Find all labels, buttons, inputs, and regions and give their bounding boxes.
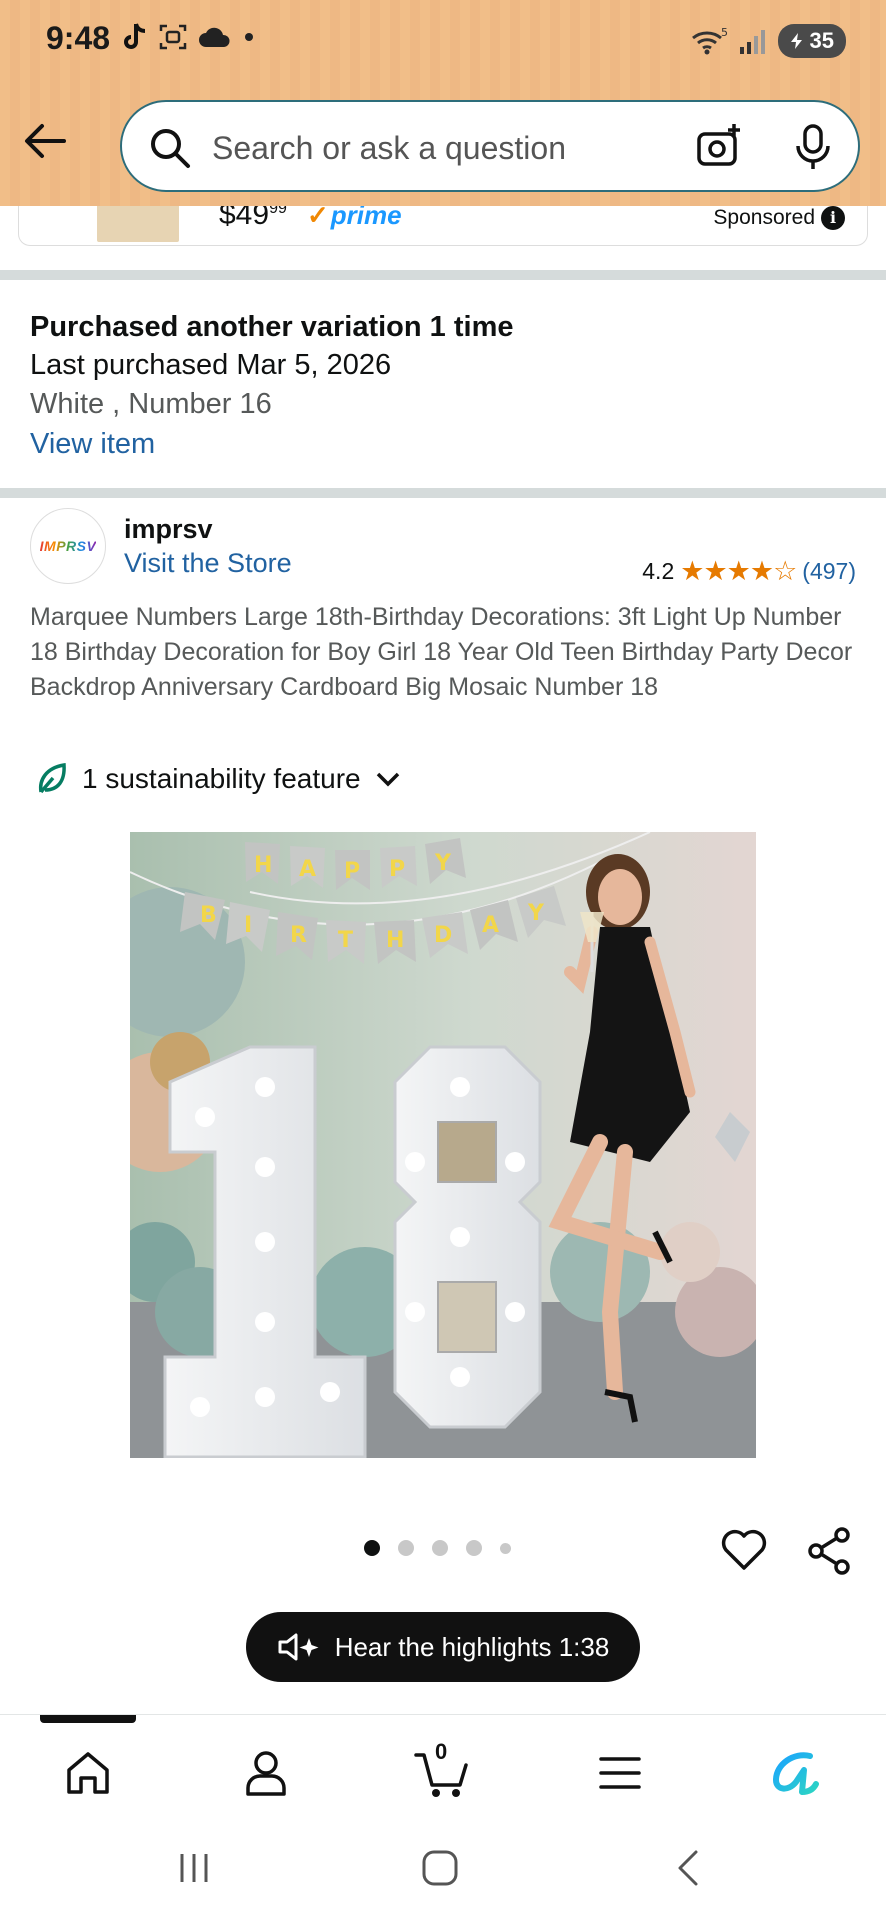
signal-icon — [739, 30, 765, 54]
home-icon[interactable] — [58, 1743, 118, 1803]
svg-text:5: 5 — [721, 26, 728, 39]
status-bar: 9:48 5 35 — [0, 0, 886, 82]
wishlist-button[interactable] — [720, 1528, 768, 1577]
view-item-link[interactable]: View item — [30, 424, 860, 464]
svg-text:Y: Y — [527, 901, 545, 926]
product-title: Marquee Numbers Large 18th-Birthday Deco… — [30, 603, 853, 701]
carousel-dot[interactable] — [466, 1540, 482, 1556]
battery-icon: 35 — [777, 24, 846, 58]
system-navigation-bar — [0, 1814, 886, 1920]
search-input[interactable]: Search or ask a question — [212, 130, 566, 167]
svg-text:A: A — [482, 913, 499, 938]
svg-text:P: P — [389, 857, 405, 882]
share-icon — [808, 1527, 850, 1575]
rating-value: 4.2 — [642, 558, 675, 584]
status-system-icons: 5 35 — [690, 24, 846, 58]
bottom-navigation: 0 — [0, 1714, 886, 1814]
carousel-dot[interactable] — [500, 1542, 511, 1554]
sponsored-thumbnail — [97, 202, 179, 242]
tiktok-icon — [124, 23, 146, 49]
sustainability-feature[interactable]: 1 sustainability feature — [36, 762, 401, 796]
purchase-variation: White , Number 16 — [30, 388, 272, 420]
camera-search-icon[interactable] — [694, 122, 744, 172]
microphone-icon[interactable] — [790, 122, 836, 172]
cart-icon[interactable]: 0 — [412, 1739, 472, 1803]
review-count[interactable]: (497) — [802, 558, 856, 585]
status-time: 9:48 — [46, 20, 111, 56]
home-glyph — [67, 1752, 109, 1794]
store-logo[interactable]: IMPRSV — [30, 508, 106, 584]
carousel-dot[interactable] — [432, 1540, 448, 1556]
rufus-glyph — [773, 1752, 819, 1795]
image-carousel-indicator[interactable] — [364, 1540, 511, 1556]
section-divider — [0, 488, 886, 498]
screenshot-icon — [159, 24, 187, 50]
person-glyph — [246, 1751, 286, 1796]
leaf-icon — [38, 762, 66, 794]
carousel-dot[interactable] — [398, 1540, 414, 1556]
product-image[interactable]: B I R T H D A Y H A P P Y — [130, 832, 756, 1458]
battery-level: 35 — [809, 28, 834, 53]
system-back-button[interactable] — [670, 1848, 710, 1888]
store-name: imprsv — [124, 514, 213, 544]
product-photo: B I R T H D A Y H A P P Y — [130, 832, 756, 1458]
svg-text:D: D — [434, 923, 452, 948]
svg-text:Y: Y — [434, 851, 452, 876]
recents-button[interactable] — [174, 1848, 214, 1888]
account-icon[interactable] — [236, 1743, 296, 1803]
active-tab-indicator — [40, 1715, 136, 1723]
purchase-title: Purchased another variation 1 time — [30, 311, 514, 343]
svg-text:A: A — [299, 857, 316, 882]
svg-text:R: R — [290, 923, 307, 948]
svg-text:I: I — [244, 913, 252, 938]
svg-text:B: B — [200, 903, 217, 928]
rufus-icon[interactable] — [766, 1743, 826, 1803]
highlights-label: Hear the highlights 1:38 — [334, 1631, 610, 1662]
menu-icon[interactable] — [590, 1743, 650, 1803]
svg-text:H: H — [386, 928, 404, 953]
purchase-history: Purchased another variation 1 time Last … — [30, 308, 860, 464]
hear-highlights-button[interactable]: Hear the highlights 1:38 — [246, 1612, 640, 1682]
cloud-icon — [199, 27, 230, 47]
search-icon — [151, 129, 190, 168]
back-button[interactable] — [22, 118, 72, 168]
last-purchased: Last purchased Mar 5, 2026 — [30, 349, 392, 381]
wifi-icon: 5 — [691, 26, 728, 55]
visit-store-link[interactable]: Visit the Store — [124, 548, 292, 579]
section-divider — [0, 270, 886, 280]
svg-text:T: T — [338, 928, 353, 953]
carousel-dot[interactable] — [364, 1540, 380, 1556]
rating-summary[interactable]: 4.2 ★★★★☆ (497) — [642, 556, 856, 587]
chevron-down-icon — [376, 772, 399, 787]
amazon-app-screen: 9:48 5 35 Search or ask a question $4999… — [0, 0, 886, 1920]
heart-icon — [721, 1529, 767, 1570]
sponsored-label[interactable]: Sponsored i — [713, 206, 845, 230]
home-button[interactable] — [420, 1848, 460, 1888]
dot-icon — [245, 33, 253, 41]
search-bar[interactable]: Search or ask a question — [120, 100, 860, 192]
share-button[interactable] — [806, 1526, 854, 1581]
hamburger-glyph — [599, 1757, 641, 1789]
svg-text:P: P — [344, 859, 360, 884]
arrow-left-icon — [25, 124, 66, 158]
svg-text:H: H — [254, 853, 272, 878]
charging-icon — [790, 33, 802, 49]
audio-sparkle-icon — [278, 1633, 319, 1661]
status-notification-icons — [120, 22, 256, 52]
app-header: 9:48 5 35 Search or ask a question — [0, 0, 886, 206]
star-rating: ★★★★☆ — [680, 556, 797, 586]
info-icon[interactable]: i — [821, 206, 845, 230]
cart-count: 0 — [435, 1739, 448, 1764]
